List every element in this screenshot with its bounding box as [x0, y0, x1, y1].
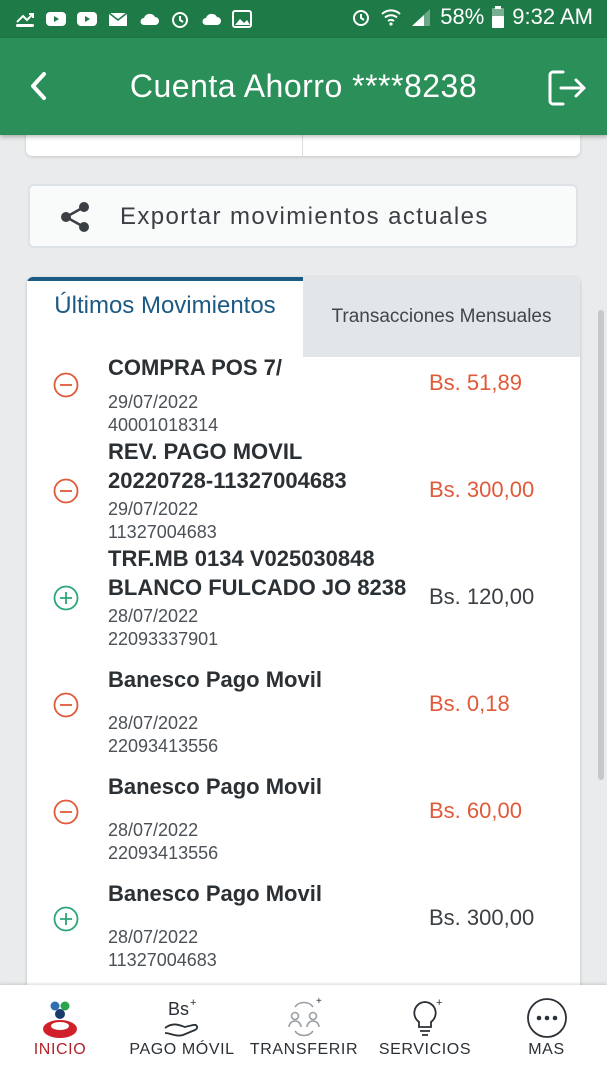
- bottom-navigation: INICIO Bs + PAGO MÓVIL + TRANSFERIR + SE…: [0, 985, 607, 1080]
- movement-amount: Bs. 300,00: [429, 477, 535, 502]
- movements-panel: Últimos Movimientos Transacciones Mensua…: [27, 277, 580, 997]
- more-dots-icon: [526, 998, 567, 1038]
- youtube-icon: [46, 12, 66, 26]
- movement-description: TRF.MB 0134 V025030848: [108, 546, 375, 571]
- nav-pago-movil[interactable]: Bs + PAGO MÓVIL: [120, 985, 244, 1080]
- cloud-icon: [202, 13, 221, 25]
- svg-text:+: +: [316, 996, 322, 1007]
- image-icon: [232, 10, 252, 28]
- movement-reference: 11327004683: [108, 522, 217, 542]
- credit-plus-icon: [53, 585, 79, 611]
- movement-reference: 40001018314: [108, 415, 219, 435]
- nav-label: INICIO: [33, 1041, 87, 1058]
- signal-icon: [412, 9, 431, 26]
- movement-reference: 22093337901: [108, 629, 219, 649]
- nav-label: PAGO MÓVIL: [129, 1041, 235, 1058]
- movement-date: 29/07/2022: [108, 392, 199, 412]
- logout-icon[interactable]: [545, 66, 589, 110]
- nav-mas[interactable]: MAS: [486, 985, 607, 1080]
- debit-minus-icon: [53, 692, 79, 718]
- movement-item[interactable]: Banesco Pago Movil Bs. 60,00 28/07/2022 …: [27, 758, 580, 865]
- nav-transferir[interactable]: + TRANSFERIR: [244, 985, 364, 1080]
- movement-amount: Bs. 60,00: [429, 798, 522, 823]
- nav-inicio[interactable]: INICIO: [0, 985, 120, 1080]
- tab-latest-movements[interactable]: Últimos Movimientos: [27, 277, 303, 357]
- youtube-icon: [77, 12, 97, 26]
- svg-text:+: +: [190, 997, 196, 1009]
- movement-item[interactable]: REV. PAGO MOVIL 20220728-11327004683 Bs.…: [27, 437, 580, 544]
- movement-item[interactable]: Banesco Pago Movil Bs. 300,00 28/07/2022…: [27, 865, 580, 972]
- movement-item[interactable]: COMPRA POS 7/ Bs. 51,89 29/07/2022 40001…: [27, 357, 580, 437]
- movement-reference: 11327004683: [108, 950, 217, 970]
- lightbulb-icon: +: [413, 997, 442, 1036]
- nav-label: SERVICIOS: [378, 1041, 472, 1058]
- email-icon: [108, 12, 128, 26]
- cloud-icon: [140, 13, 159, 25]
- movement-description: Banesco Pago Movil: [108, 774, 322, 799]
- movement-date: 28/07/2022: [108, 927, 199, 947]
- app-bar: Cuenta Ahorro ****8238: [0, 38, 607, 135]
- page-title: Cuenta Ahorro ****8238: [129, 68, 478, 104]
- transfer-people-icon: +: [288, 996, 322, 1037]
- tab-monthly-transactions[interactable]: Transacciones Mensuales: [303, 277, 580, 357]
- battery-percent: 58%: [440, 4, 485, 29]
- system-status: 58% 9:32 AM: [350, 4, 593, 30]
- notification-icons: [14, 8, 253, 30]
- movement-amount: Bs. 120,00: [429, 584, 535, 609]
- movement-date: 28/07/2022: [108, 713, 199, 733]
- nav-label: MAS: [528, 1041, 565, 1058]
- movement-amount: Bs. 300,00: [429, 905, 535, 930]
- scrollbar[interactable]: [598, 310, 604, 780]
- movement-description-line2: 20220728-11327004683: [108, 468, 347, 493]
- share-icon: [61, 202, 89, 232]
- home-logo-icon: [43, 1001, 77, 1038]
- missed-call-icon: [16, 13, 34, 27]
- export-movements-button[interactable]: Exportar movimientos actuales: [28, 184, 578, 248]
- nav-servicios[interactable]: + SERVICIOS: [364, 985, 486, 1080]
- debit-minus-icon: [53, 799, 79, 825]
- export-label: Exportar movimientos actuales: [120, 203, 489, 230]
- svg-text:+: +: [436, 997, 442, 1009]
- alarm-icon: [172, 12, 188, 28]
- movement-amount: Bs. 0,18: [429, 691, 510, 716]
- movement-description: COMPRA POS 7/: [108, 357, 282, 380]
- nav-label: TRANSFERIR: [249, 1041, 359, 1058]
- wifi-icon: [381, 9, 401, 26]
- debit-minus-icon: [53, 478, 79, 504]
- debit-minus-icon: [53, 372, 79, 398]
- bs-hand-icon: Bs +: [164, 997, 199, 1037]
- movement-item[interactable]: TRF.MB 0134 V025030848 BLANCO FULCADO JO…: [27, 544, 580, 651]
- movement-item[interactable]: Banesco Pago Movil Bs. 0,18 28/07/2022 2…: [27, 651, 580, 758]
- movement-description: REV. PAGO MOVIL: [108, 439, 303, 464]
- movement-reference: 22093413556: [108, 736, 219, 756]
- battery-icon: [492, 6, 505, 28]
- movement-amount: Bs. 51,89: [429, 370, 522, 395]
- movement-description-line2: BLANCO FULCADO JO 8238: [108, 575, 407, 600]
- movement-reference: 22093413556: [108, 843, 219, 863]
- credit-plus-icon: [53, 906, 79, 932]
- status-bar: 58% 9:32 AM: [0, 0, 607, 38]
- alarm-icon: [353, 10, 370, 26]
- movement-description: Banesco Pago Movil: [108, 667, 322, 692]
- movement-date: 29/07/2022: [108, 499, 199, 519]
- movement-date: 28/07/2022: [108, 606, 199, 626]
- svg-text:Bs: Bs: [168, 999, 189, 1019]
- movement-date: 28/07/2022: [108, 820, 199, 840]
- movement-description: Banesco Pago Movil: [108, 881, 322, 906]
- movements-list: COMPRA POS 7/ Bs. 51,89 29/07/2022 40001…: [27, 357, 580, 997]
- clock: 9:32 AM: [512, 4, 593, 29]
